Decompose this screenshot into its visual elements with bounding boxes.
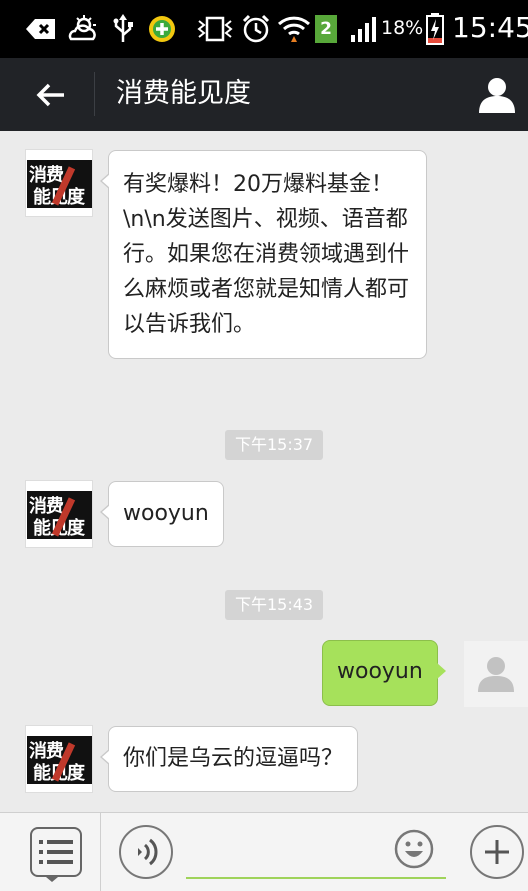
profile-button[interactable]	[474, 72, 520, 118]
emoji-button[interactable]	[392, 827, 436, 871]
input-bar-divider	[100, 813, 101, 891]
message-bubble-incoming[interactable]: 有奖爆料！20万爆料基金！\n\n发送图片、视频、语音都行。如果您在消费领域遇到…	[100, 150, 427, 359]
message-bubble-incoming[interactable]: 你们是乌云的逗逼吗？	[99, 726, 359, 792]
menu-caret-icon	[46, 877, 58, 882]
back-notification-icon	[24, 12, 58, 46]
clock: 15:45	[452, 11, 528, 44]
back-button[interactable]	[26, 74, 76, 116]
list-icon	[39, 840, 73, 864]
more-button[interactable]	[470, 825, 524, 879]
voice-icon	[138, 838, 158, 866]
smiley-icon	[394, 829, 434, 869]
brand-avatar[interactable]: 消费 能见度	[25, 149, 93, 217]
input-bar	[0, 812, 528, 891]
sim-icon: 2	[315, 15, 337, 43]
battery-percent: 18%	[381, 17, 424, 39]
brand-avatar[interactable]: 消费 能见度	[25, 725, 93, 793]
battery-icon	[424, 12, 446, 46]
title-bar: 消费能见度	[0, 58, 528, 131]
alarm-icon	[240, 12, 272, 46]
brand-avatar[interactable]: 消费 能见度	[25, 480, 93, 548]
timestamp: 下午15:37	[225, 430, 324, 460]
self-avatar[interactable]	[464, 641, 528, 707]
back-arrow-icon	[36, 83, 64, 107]
360-security-icon	[147, 12, 177, 46]
vibrate-icon	[196, 12, 234, 46]
wifi-icon	[277, 12, 311, 46]
message-bubble-outgoing[interactable]: wooyun	[322, 640, 446, 706]
weather-icon	[66, 12, 100, 46]
person-icon	[478, 657, 514, 692]
plus-icon	[485, 840, 509, 864]
title-divider	[94, 72, 95, 116]
timestamp: 下午15:43	[225, 590, 324, 620]
message-bubble-incoming[interactable]: wooyun	[100, 481, 224, 547]
page-title: 消费能见度	[116, 78, 251, 109]
signal-icon	[350, 12, 378, 46]
status-bar: 2 18% 15:45	[0, 0, 528, 58]
voice-button[interactable]	[119, 825, 173, 879]
person-icon	[479, 78, 515, 113]
menu-button[interactable]	[30, 827, 82, 877]
usb-icon	[110, 12, 136, 46]
